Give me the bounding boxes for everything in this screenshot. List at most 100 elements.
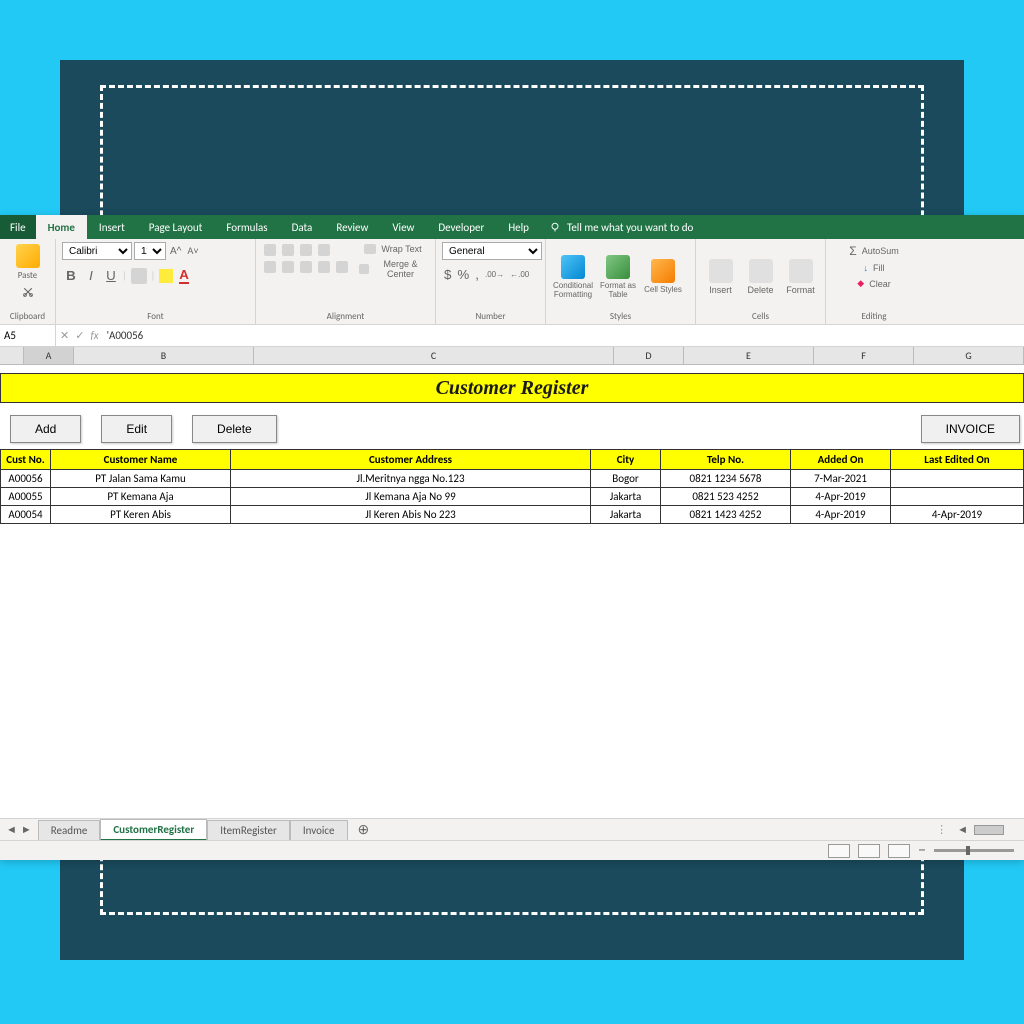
number-format-select[interactable]: General (442, 242, 542, 260)
col-header-f[interactable]: F (814, 347, 914, 364)
align-bottom-button[interactable] (298, 242, 314, 258)
name-box[interactable]: A5 (0, 325, 56, 346)
th-telp-no[interactable]: Telp No. (661, 450, 791, 470)
comma-button[interactable]: , (473, 265, 481, 284)
tab-insert[interactable]: Insert (87, 215, 137, 239)
currency-button[interactable]: $ (442, 265, 453, 284)
insert-cells-button[interactable]: Insert (702, 242, 739, 311)
table-row[interactable]: A00054PT Keren AbisJl Keren Abis No 223J… (1, 506, 1024, 524)
sheet-tab-invoice[interactable]: Invoice (290, 820, 348, 840)
tab-developer[interactable]: Developer (426, 215, 496, 239)
scrollbar-thumb[interactable] (974, 825, 1004, 835)
increase-decimal-button[interactable]: .00→ (483, 268, 506, 281)
th-customer-name[interactable]: Customer Name (51, 450, 231, 470)
col-header-d[interactable]: D (614, 347, 684, 364)
tab-data[interactable]: Data (280, 215, 325, 239)
conditional-formatting-button[interactable]: Conditional Formatting (552, 242, 594, 311)
paste-button[interactable]: Paste (7, 242, 49, 283)
decrease-font-button[interactable]: A˅ (185, 244, 200, 258)
increase-indent-button[interactable] (334, 259, 350, 275)
font-size-select[interactable]: 11 (134, 242, 166, 260)
table-cell[interactable]: Jl.Meritnya ngga No.123 (231, 470, 591, 488)
fx-icon[interactable]: fx (90, 329, 98, 342)
table-cell[interactable]: 4-Apr-2019 (791, 506, 891, 524)
page-break-view-button[interactable] (888, 844, 910, 858)
zoom-out-button[interactable]: − (918, 841, 926, 860)
table-cell[interactable]: Jl Keren Abis No 223 (231, 506, 591, 524)
fill-button[interactable]: ↓Fill (832, 261, 916, 275)
edit-button[interactable]: Edit (101, 415, 172, 443)
col-header-g[interactable]: G (914, 347, 1024, 364)
sheet-tab-itemregister[interactable]: ItemRegister (207, 820, 290, 840)
align-top-button[interactable] (262, 242, 278, 258)
table-cell[interactable] (891, 470, 1024, 488)
table-cell[interactable]: Jakarta (591, 506, 661, 524)
underline-button[interactable]: U (102, 266, 120, 285)
table-cell[interactable] (891, 488, 1024, 506)
clear-button[interactable]: ◆Clear (832, 276, 916, 291)
table-cell[interactable]: Jl Kemana Aja No 99 (231, 488, 591, 506)
invoice-button[interactable]: INVOICE (921, 415, 1020, 443)
percent-button[interactable]: % (455, 265, 471, 284)
table-cell[interactable]: 4-Apr-2019 (891, 506, 1024, 524)
table-cell[interactable]: Bogor (591, 470, 661, 488)
table-row[interactable]: A00056PT Jalan Sama KamuJl.Meritnya ngga… (1, 470, 1024, 488)
normal-view-button[interactable] (828, 844, 850, 858)
cut-icon[interactable] (22, 286, 34, 298)
sheet-tab-readme[interactable]: Readme (38, 820, 101, 840)
enter-formula-icon[interactable]: ✓ (75, 329, 84, 342)
page-layout-view-button[interactable] (858, 844, 880, 858)
th-cust-no[interactable]: Cust No. (1, 450, 51, 470)
th-customer-address[interactable]: Customer Address (231, 450, 591, 470)
col-header-c[interactable]: C (254, 347, 614, 364)
table-cell[interactable]: 4-Apr-2019 (791, 488, 891, 506)
table-cell[interactable]: A00055 (1, 488, 51, 506)
wrap-text-button[interactable]: Wrap Text (357, 242, 429, 256)
col-header-b[interactable]: B (74, 347, 254, 364)
delete-button[interactable]: Delete (192, 415, 277, 443)
tab-file[interactable]: File (0, 215, 36, 239)
table-cell[interactable]: A00056 (1, 470, 51, 488)
add-sheet-button[interactable]: ⊕ (348, 821, 380, 838)
tab-page-layout[interactable]: Page Layout (137, 215, 215, 239)
formula-input[interactable]: 'A00056 (103, 329, 1024, 342)
horizontal-scrollbar[interactable]: ⋮ ◄ (379, 823, 1024, 836)
format-as-table-button[interactable]: Format as Table (597, 242, 639, 311)
font-name-select[interactable]: Calibri (62, 242, 132, 260)
th-added-on[interactable]: Added On (791, 450, 891, 470)
tab-formulas[interactable]: Formulas (214, 215, 279, 239)
align-left-button[interactable] (262, 259, 278, 275)
table-cell[interactable]: PT Kemana Aja (51, 488, 231, 506)
align-center-button[interactable] (280, 259, 296, 275)
table-cell[interactable]: PT Jalan Sama Kamu (51, 470, 231, 488)
merge-center-button[interactable]: Merge & Center (357, 257, 429, 281)
align-middle-button[interactable] (280, 242, 296, 258)
border-button[interactable] (129, 266, 149, 286)
table-cell[interactable]: A00054 (1, 506, 51, 524)
select-all-corner[interactable] (0, 347, 24, 364)
table-row[interactable]: A00055PT Kemana AjaJl Kemana Aja No 99Ja… (1, 488, 1024, 506)
table-cell[interactable]: PT Keren Abis (51, 506, 231, 524)
bold-button[interactable]: B (62, 266, 80, 285)
tab-nav-next-icon[interactable]: ► (21, 823, 32, 836)
cell-styles-button[interactable]: Cell Styles (642, 242, 684, 311)
decrease-indent-button[interactable] (316, 259, 332, 275)
decrease-decimal-button[interactable]: ←.00 (508, 268, 531, 281)
orientation-button[interactable] (316, 242, 332, 258)
sheet-area[interactable]: Customer Register Add Edit Delete INVOIC… (0, 365, 1024, 818)
table-cell[interactable]: 0821 1234 5678 (661, 470, 791, 488)
tab-review[interactable]: Review (324, 215, 380, 239)
tell-me-search[interactable]: Tell me what you want to do (549, 221, 693, 234)
tab-view[interactable]: View (380, 215, 426, 239)
cancel-formula-icon[interactable]: ✕ (60, 329, 69, 342)
autosum-button[interactable]: ΣAutoSum (832, 242, 916, 260)
sheet-tab-customerregister[interactable]: CustomerRegister (100, 819, 207, 841)
col-header-a[interactable]: A (24, 347, 74, 364)
increase-font-button[interactable]: A^ (168, 244, 183, 259)
table-cell[interactable]: Jakarta (591, 488, 661, 506)
tab-home[interactable]: Home (36, 215, 87, 239)
format-cells-button[interactable]: Format (782, 242, 819, 311)
zoom-slider[interactable] (934, 849, 1014, 852)
tab-nav-prev-icon[interactable]: ◄ (6, 823, 17, 836)
col-header-e[interactable]: E (684, 347, 814, 364)
